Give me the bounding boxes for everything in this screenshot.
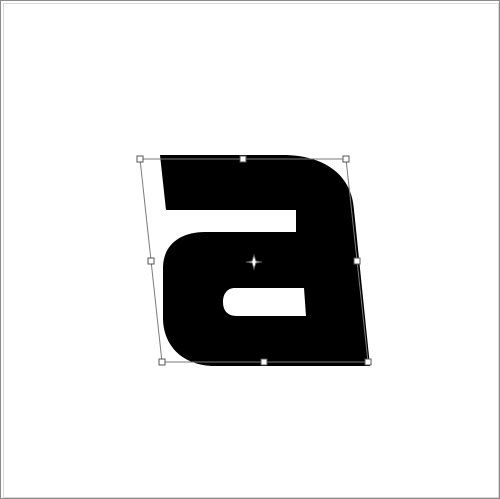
handle-bottom-right[interactable] [364, 358, 372, 366]
transform-stage[interactable] [0, 0, 500, 499]
handle-bottom-left[interactable] [158, 358, 166, 366]
glyph-a[interactable] [160, 155, 370, 366]
handle-top-center[interactable] [239, 155, 247, 163]
handle-top-left[interactable] [136, 155, 144, 163]
glyph-a-shape[interactable] [160, 155, 370, 366]
handle-bottom-center[interactable] [260, 358, 268, 366]
handle-middle-left[interactable] [147, 257, 155, 265]
handle-middle-right[interactable] [353, 257, 361, 265]
handle-top-right[interactable] [342, 155, 350, 163]
